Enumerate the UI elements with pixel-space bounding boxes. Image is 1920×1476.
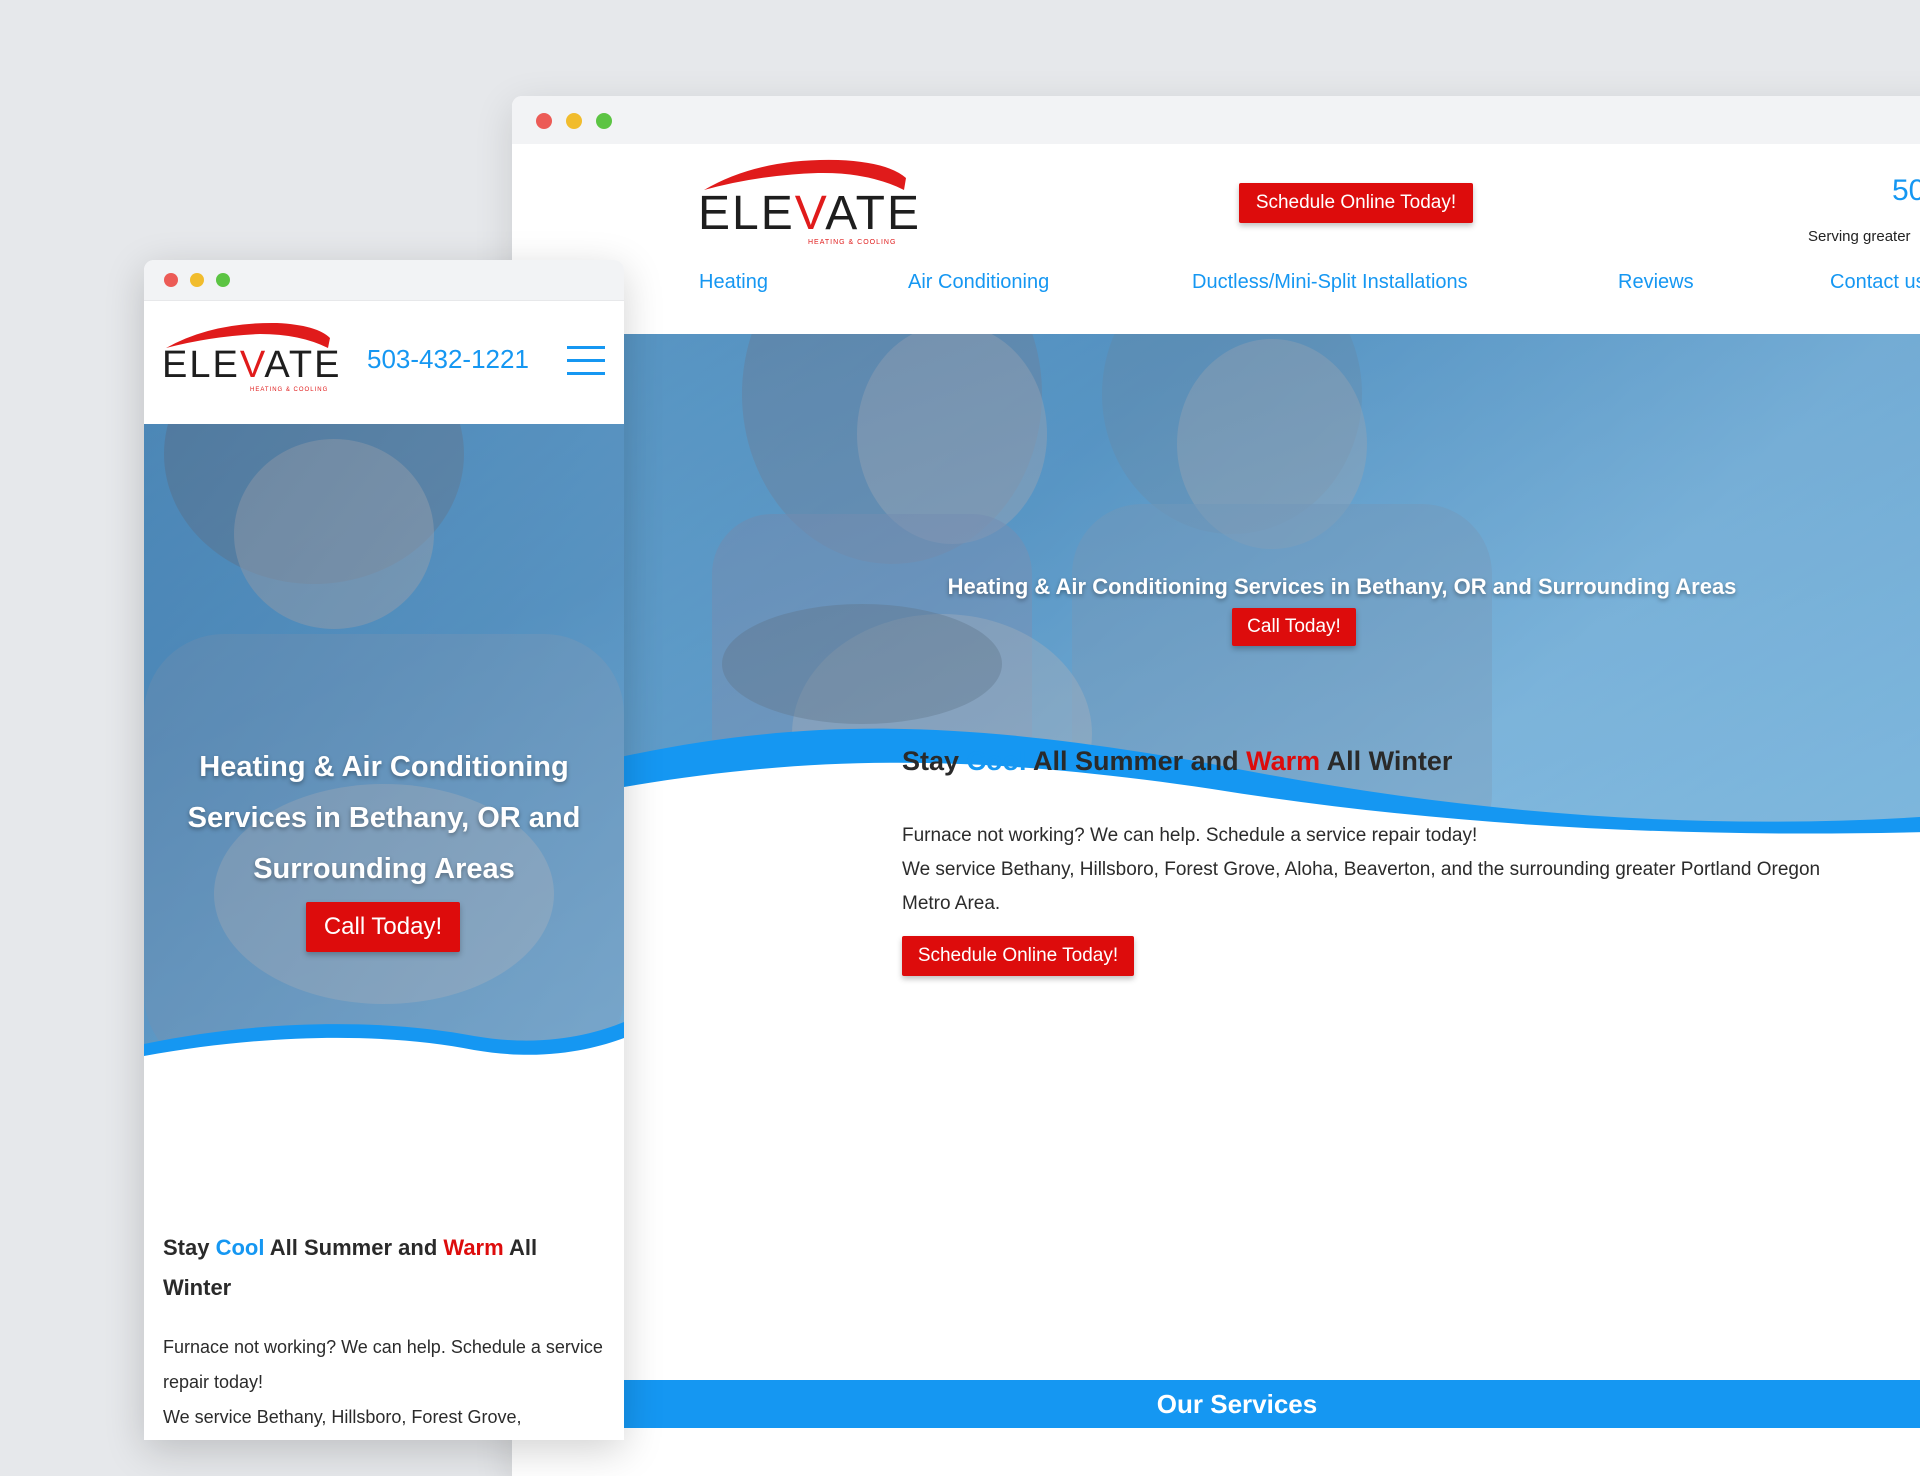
nav-heating[interactable]: Heating bbox=[699, 271, 768, 294]
nav-air-conditioning[interactable]: Air Conditioning bbox=[908, 271, 1049, 294]
site-header: ELEVATE HEATING & COOLING Schedule Onlin… bbox=[512, 144, 1920, 334]
intro-paragraph-1: Furnace not working? We can help. Schedu… bbox=[902, 825, 1478, 846]
nav-ductless[interactable]: Ductless/Mini-Split Installations bbox=[1192, 271, 1468, 294]
close-window-icon[interactable] bbox=[536, 113, 552, 129]
serving-area-text: Serving greater bbox=[1808, 228, 1911, 245]
mobile-close-window-icon[interactable] bbox=[164, 273, 178, 287]
desktop-browser-window: ELEVATE HEATING & COOLING Schedule Onlin… bbox=[512, 96, 1920, 1476]
hamburger-menu-icon[interactable] bbox=[567, 346, 605, 376]
logo-subtitle: HEATING & COOLING bbox=[808, 239, 897, 246]
mobile-hero-banner: Heating & Air Conditioning Services in B… bbox=[144, 424, 624, 1074]
mobile-browser-chrome bbox=[144, 260, 624, 301]
mobile-browser-window: ELEVATE HEATING & COOLING 503-432-1221 H… bbox=[144, 260, 624, 1440]
maximize-window-icon[interactable] bbox=[596, 113, 612, 129]
intro-paragraph-3: Metro Area. bbox=[902, 893, 1001, 914]
nav-reviews[interactable]: Reviews bbox=[1618, 271, 1694, 294]
mobile-minimize-window-icon[interactable] bbox=[190, 273, 204, 287]
mobile-hero-title: Heating & Air Conditioning Services in B… bbox=[187, 751, 581, 885]
intro-schedule-button[interactable]: Schedule Online Today! bbox=[902, 936, 1134, 976]
elevate-logo[interactable]: ELEVATE HEATING & COOLING bbox=[698, 156, 919, 246]
header-phone-number[interactable]: 50 bbox=[1892, 174, 1920, 208]
mobile-elevate-logo[interactable]: ELEVATE HEATING & COOLING bbox=[162, 320, 339, 395]
nav-contact[interactable]: Contact us bbox=[1830, 271, 1920, 294]
logo-wordmark: ELEVATE bbox=[698, 187, 921, 240]
intro-heading: Stay Cool All Summer and Warm All Winter bbox=[902, 746, 1453, 776]
mobile-intro-paragraph: Furnace not working? We can help. Schedu… bbox=[163, 1337, 603, 1427]
mobile-call-today-button[interactable]: Call Today! bbox=[306, 902, 460, 952]
hero-call-today-button[interactable]: Call Today! bbox=[1232, 608, 1356, 646]
mobile-intro-heading: Stay Cool All Summer and Warm All Winter bbox=[163, 1235, 538, 1300]
our-services-header: Our Services bbox=[512, 1380, 1920, 1428]
browser-chrome bbox=[512, 96, 1920, 145]
schedule-online-button[interactable]: Schedule Online Today! bbox=[1239, 183, 1473, 223]
intro-paragraph-2: We service Bethany, Hillsboro, Forest Gr… bbox=[902, 859, 1821, 880]
hero-title: Heating & Air Conditioning Services in B… bbox=[947, 574, 1737, 599]
mobile-logo-subtitle: HEATING & COOLING bbox=[250, 387, 329, 393]
mobile-maximize-window-icon[interactable] bbox=[216, 273, 230, 287]
minimize-window-icon[interactable] bbox=[566, 113, 582, 129]
mobile-phone-number[interactable]: 503-432-1221 bbox=[367, 344, 529, 375]
mobile-logo-wordmark: ELEVATE bbox=[162, 344, 342, 386]
